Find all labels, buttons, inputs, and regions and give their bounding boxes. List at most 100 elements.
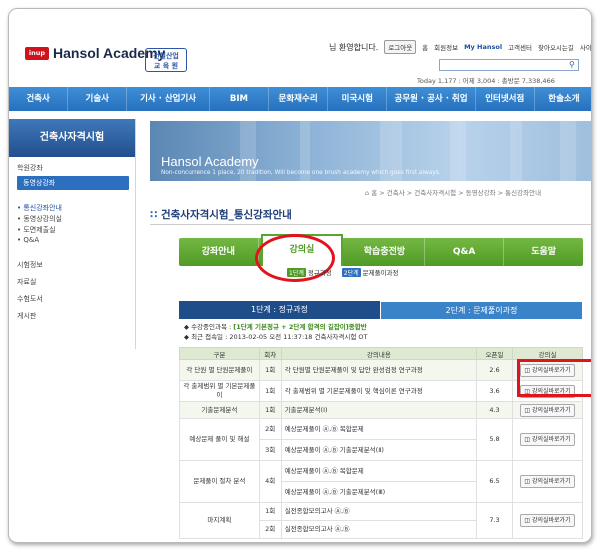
classroom-icon: ◫: [524, 436, 532, 443]
go-classroom-label: 강의실바로가기: [531, 436, 571, 443]
nav-item-professional-engineer[interactable]: 기술사: [68, 87, 128, 111]
nav-item-heritage-repair[interactable]: 문화재수리: [269, 87, 329, 111]
sidebar-item-exam-info[interactable]: 시험정보: [17, 260, 43, 270]
sidebar-item-video-lectures[interactable]: 동영상강좌: [17, 176, 129, 190]
breadcrumb: ⌂ 홈 > 건축사 > 건축사자격시험 > 동영상강좌 > 통신강좌안내: [365, 189, 542, 197]
col-header-category: 구분: [179, 347, 260, 360]
nav-item-bookstore[interactable]: 인터넷서점: [476, 87, 535, 111]
sidebar-item-academy-lectures[interactable]: 학원강좌: [17, 163, 43, 173]
subtab-regular-course[interactable]: 1단계 정규과정: [287, 267, 332, 277]
top-link-home[interactable]: 홈: [422, 42, 428, 52]
cell-session: 2회: [258, 418, 282, 440]
cell-open-date: 7.3: [476, 502, 513, 539]
logo-badge: inup: [25, 46, 49, 60]
cell-content: 예상문제풀이 Ⓐ,Ⓑ 기출문제분석(Ⅲ): [280, 481, 478, 503]
banner-title: Hansol Academy: [161, 154, 259, 169]
nav-item-architect[interactable]: 건축사: [9, 87, 69, 111]
search-input[interactable]: [439, 59, 579, 71]
table-row: 기출문제분석 1회 기출문제분석(Ⅰ) 4.3 ◫ 강의실바로가기: [179, 401, 584, 419]
cell-category: 기출문제분석: [179, 401, 260, 419]
subtab-label: 문제풀이과정: [362, 269, 399, 277]
top-link-customer-center[interactable]: 고객센터: [508, 42, 532, 52]
cell-content: 각 출제범위 별 기본문제풀이 및 핵심이론 연구과정: [280, 380, 478, 402]
page-title-text: 건축사자격시험_통신강좌안내: [160, 209, 292, 221]
tab-qna[interactable]: Q&A: [425, 238, 505, 266]
cell-session: 1회: [258, 401, 282, 419]
tab-study-room[interactable]: 학습충전방: [345, 238, 425, 266]
table-row: 예상문제 풀이 및 해설 2회 예상문제풀이 Ⓐ,Ⓑ 복합문제 5.8 ◫ 강의…: [179, 418, 584, 461]
subtab-badge: 2단계: [341, 268, 361, 277]
subtab-label: 정규과정: [307, 269, 332, 277]
logout-button[interactable]: 로그아웃: [384, 40, 417, 54]
top-links: 님 환영합니다. 로그아웃 홈 회원정보 My Hansol 고객센터 찾아오시…: [329, 40, 591, 54]
top-link-sitemap[interactable]: 사이트맵: [580, 42, 591, 52]
title-bullet-icon: ∷: [150, 209, 161, 221]
cell-session: 4회: [258, 460, 282, 503]
cell-open-date: 4.3: [476, 401, 513, 419]
go-classroom-label: 강의실바로가기: [531, 517, 571, 524]
top-link-my-hansol[interactable]: My Hansol: [464, 43, 502, 51]
main-nav: 건축사 기술사 기사 · 산업기사 BIM 문화재수리 미국시험 공무원 · 공…: [9, 87, 591, 111]
nav-item-about[interactable]: 한솔소개: [535, 87, 591, 111]
stage-2-tab[interactable]: 2단계 : 문제풀이과정: [380, 301, 583, 319]
table-row: 마지계획 1회 실전종합모의고사 Ⓐ,Ⓑ 7.3 ◫ 강의실바로가기: [179, 502, 584, 539]
search-icon[interactable]: ⚲: [569, 60, 579, 70]
table-row: 문제풀이 절차 분석 4회 예상문제풀이 Ⓐ,Ⓑ 복합문제 6.5 ◫ 강의실바…: [179, 460, 584, 503]
cell-session: 1회: [258, 359, 282, 381]
last-access-line: ◆ 최근 접속일 : 2013-02-05 오전 11:37:18 건축사자격시…: [184, 333, 368, 341]
enrollment-info: ◆ 수강중인과목 : [1단계 기본정규 + 2단계 합격의 길잡이]종합반 ◆…: [184, 322, 368, 342]
page-title: ∷ 건축사자격시험_통신강좌안내: [150, 207, 292, 222]
sidebar-item-resources[interactable]: 자료실: [17, 277, 36, 287]
cell-open-date: 6.5: [476, 460, 513, 503]
go-classroom-button[interactable]: ◫ 강의실바로가기: [520, 475, 575, 488]
enrolled-value: [1단계 기본정규 + 2단계 합격의 길잡이]종합반: [233, 323, 367, 331]
cell-classroom: ◫ 강의실바로가기: [511, 502, 584, 539]
tab-help[interactable]: 도움말: [504, 238, 583, 266]
go-classroom-label: 강의실바로가기: [531, 406, 571, 414]
cell-content: 예상문제풀이 Ⓐ,Ⓑ 기출문제분석(Ⅱ): [280, 439, 478, 461]
go-classroom-button[interactable]: ◫ 강의실바로가기: [520, 403, 575, 417]
subtab-problem-course[interactable]: 2단계 문제풀이과정: [341, 267, 399, 277]
cell-session: 3회: [258, 439, 282, 461]
tab-bar: 강좌안내 강의실 학습충전방 Q&A 도움말: [179, 234, 583, 266]
sidebar-item-video-classroom[interactable]: • 동영상강의실: [17, 214, 62, 224]
screenshot-frame: inup Hansol Academy 건설산업 교 육 원 님 환영합니다. …: [8, 8, 592, 543]
cell-category: 각 단원 별 단원문제풀이: [179, 359, 260, 381]
visitor-counter: Today 1,177 : 어제 3,004 : 총방문 7,338,466: [417, 77, 555, 85]
sidebar-item-drawing-submission[interactable]: • 도면제출실: [17, 225, 56, 235]
cell-content: 실전종합모의고사 Ⓐ,Ⓑ: [280, 520, 478, 539]
sub-tabs: 1단계 정규과정 2단계 문제풀이과정: [287, 267, 399, 277]
cell-category: 각 출제범위 별 기본문제풀이: [179, 380, 260, 402]
classroom-icon: ◫: [524, 478, 532, 485]
top-link-member-info[interactable]: 회원정보: [434, 42, 458, 52]
col-header-session: 회차: [258, 347, 282, 360]
cell-classroom: ◫ 강의실바로가기: [511, 418, 584, 461]
table-header-row: 구분 회차 강의내용 오픈일 강의실: [179, 347, 584, 360]
sidebar-item-qna[interactable]: • Q&A: [17, 236, 39, 244]
nav-item-bim[interactable]: BIM: [210, 87, 270, 111]
enrolled-course-line: ◆ 수강중인과목 : [1단계 기본정규 + 2단계 합격의 길잡이]종합반: [184, 322, 368, 332]
sidebar-item-course-info[interactable]: • 통신강좌안내: [17, 203, 62, 213]
nav-item-public-jobs[interactable]: 공무원 · 공사 · 취업: [387, 87, 476, 111]
nav-item-engineer[interactable]: 기사 · 산업기사: [127, 87, 210, 111]
cell-category: 문제풀이 절차 분석: [179, 460, 260, 503]
enrolled-label: ◆ 수강중인과목 :: [184, 323, 232, 331]
tab-course-info[interactable]: 강좌안내: [179, 238, 259, 266]
top-link-directions[interactable]: 찾아오시는길: [538, 42, 574, 52]
cell-session: 1회: [258, 502, 282, 521]
stage-bar: 1단계 : 정규과정 2단계 : 문제풀이과정: [179, 301, 583, 319]
education-center-badge[interactable]: 건설산업 교 육 원: [145, 48, 187, 72]
title-divider: [150, 224, 591, 225]
cell-session: 1회: [258, 380, 282, 402]
sidebar-item-books[interactable]: 수험도서: [17, 294, 43, 304]
cell-content: 예상문제풀이 Ⓐ,Ⓑ 복합문제: [280, 418, 478, 440]
nav-item-us-exam[interactable]: 미국시험: [328, 87, 388, 111]
cell-classroom: ◫ 강의실바로가기: [511, 401, 584, 419]
go-classroom-button[interactable]: ◫ 강의실바로가기: [520, 514, 575, 527]
cell-open-date: 5.8: [476, 418, 513, 461]
cell-content: 실전종합모의고사 Ⓐ,Ⓑ: [280, 502, 478, 521]
go-classroom-button[interactable]: ◫ 강의실바로가기: [520, 433, 575, 446]
stage-1-tab[interactable]: 1단계 : 정규과정: [179, 301, 380, 319]
sidebar-item-board[interactable]: 게시판: [17, 311, 36, 321]
cell-session: 2회: [258, 520, 282, 539]
